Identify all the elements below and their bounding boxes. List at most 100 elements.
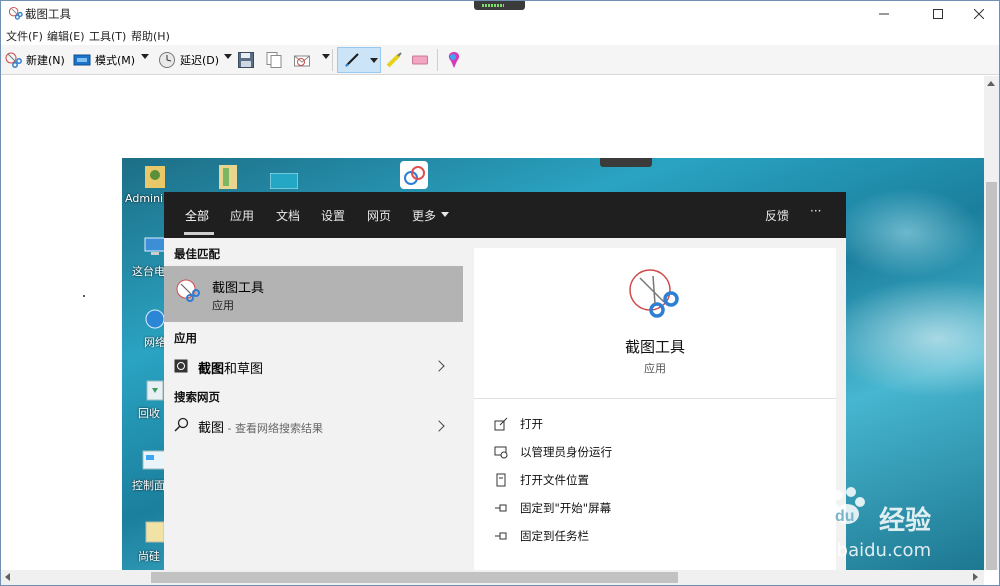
wallpaper-wave xyxy=(822,278,984,398)
clock-icon xyxy=(159,52,175,68)
paint3d-button[interactable] xyxy=(445,48,467,72)
desktop-label: 回收 xyxy=(138,407,160,420)
best-match-result[interactable]: 截图工具 应用 xyxy=(164,266,463,322)
app-result-bold: 截图 xyxy=(198,362,225,377)
send-email-icon xyxy=(294,55,310,67)
new-button[interactable]: 新建(N) xyxy=(4,48,65,72)
action-pin-to-start[interactable]: 固定到"开始"屏幕 xyxy=(494,499,611,517)
vertical-scroll-thumb[interactable] xyxy=(986,182,997,570)
toolbar: 新建(N) 模式(M) 延迟(D) xyxy=(1,45,999,75)
open-icon xyxy=(494,417,508,431)
web-search-header: 搜索网页 xyxy=(174,390,220,404)
watermark-url: jingyan.baidu.com xyxy=(765,540,932,561)
folder-icon xyxy=(219,165,237,189)
watermark-cn: 经验 xyxy=(879,506,932,536)
minimize-button[interactable] xyxy=(861,1,906,26)
menu-edit[interactable]: 编辑(E) xyxy=(47,28,85,44)
title-bar: 截图工具 xyxy=(1,1,999,26)
pen-button[interactable] xyxy=(337,47,381,73)
scroll-up-icon[interactable] xyxy=(987,81,995,86)
paint3d-icon xyxy=(448,52,460,68)
save-icon xyxy=(238,52,254,68)
snipping-tool-window: 截图工具 文件(F) 编辑(E) 工具(T) 帮助(H) 新建(N) 模式(M)… xyxy=(0,0,1000,586)
menu-tools[interactable]: 工具(T) xyxy=(89,28,126,44)
action-run-as-admin[interactable]: 以管理员身份运行 xyxy=(494,443,612,461)
horizontal-scroll-thumb[interactable] xyxy=(151,572,678,583)
horizontal-scrollbar[interactable] xyxy=(1,570,984,585)
tab-more[interactable]: 更多 xyxy=(412,207,436,224)
watermark-brand: Bai xyxy=(767,494,820,532)
highlighter-icon xyxy=(386,52,402,68)
start-search-panel: 全部 应用 文档 设置 网页 更多 反馈 ··· 最佳匹配 截图工具 应用 应用… xyxy=(164,192,846,570)
desktop-label: 这台电 xyxy=(132,265,165,278)
active-tab-indicator xyxy=(184,232,214,235)
search-results-list: 最佳匹配 截图工具 应用 应用 截图和草图 搜索网页 截图 - 查看网络搜索结果 xyxy=(164,238,463,570)
desktop-label: 控制面 xyxy=(132,479,165,492)
close-button[interactable] xyxy=(956,1,1000,26)
action-open[interactable]: 打开 xyxy=(494,415,543,433)
web-search-result[interactable]: 截图 - 查看网络搜索结果 xyxy=(164,408,463,446)
action-label: 以管理员身份运行 xyxy=(520,445,612,459)
app-shortcut-icon xyxy=(400,161,428,189)
desktop-label: Admini xyxy=(125,192,164,205)
highlighter-button[interactable] xyxy=(385,48,407,72)
maximize-icon xyxy=(932,8,943,19)
drag-handle[interactable] xyxy=(474,1,525,10)
menu-bar: 文件(F) 编辑(E) 工具(T) 帮助(H) xyxy=(1,26,999,45)
mode-button[interactable]: 模式(M) xyxy=(73,48,135,72)
tab-web[interactable]: 网页 xyxy=(367,207,391,224)
copy-button[interactable] xyxy=(265,48,287,72)
detail-subtitle: 应用 xyxy=(644,362,666,375)
network-icon xyxy=(145,309,165,329)
delay-dropdown-arrow[interactable] xyxy=(224,54,232,59)
web-result-bold: 截图 xyxy=(198,421,225,436)
tab-apps[interactable]: 应用 xyxy=(230,207,254,224)
send-email-button[interactable] xyxy=(293,48,315,72)
file-location-icon xyxy=(496,473,506,487)
desktop-label: 尚硅 xyxy=(138,550,160,563)
tab-documents[interactable]: 文档 xyxy=(276,207,300,224)
scroll-left-icon[interactable] xyxy=(5,573,10,581)
delay-button[interactable]: 延迟(D) xyxy=(158,48,219,72)
vertical-scrollbar[interactable] xyxy=(984,76,999,570)
pen-dropdown-arrow[interactable] xyxy=(370,58,378,63)
save-button[interactable] xyxy=(237,48,259,72)
close-icon xyxy=(973,8,984,19)
more-options-button[interactable]: ··· xyxy=(810,204,821,218)
send-dropdown-arrow[interactable] xyxy=(322,54,330,59)
scroll-right-icon[interactable] xyxy=(973,573,978,581)
toolbar-divider xyxy=(437,49,438,71)
scissors-icon xyxy=(8,6,23,20)
action-pin-to-taskbar[interactable]: 固定到任务栏 xyxy=(494,527,589,545)
snipping-tool-icon xyxy=(176,279,200,302)
mode-dropdown-arrow[interactable] xyxy=(141,54,149,59)
web-result-rest: - 查看网络搜索结果 xyxy=(224,422,323,435)
recycle-bin-icon xyxy=(146,380,164,401)
divider xyxy=(474,398,836,399)
search-icon xyxy=(174,417,189,432)
action-label: 固定到"开始"屏幕 xyxy=(520,501,612,515)
tab-all[interactable]: 全部 xyxy=(185,207,209,224)
app-icon xyxy=(145,521,165,543)
maximize-button[interactable] xyxy=(915,1,960,26)
new-label: 新建(N) xyxy=(26,54,65,67)
control-panel-icon xyxy=(142,450,166,470)
snip-sketch-icon xyxy=(174,359,188,373)
window-title: 截图工具 xyxy=(25,7,71,21)
app-result-rest: 和草图 xyxy=(224,362,264,377)
best-match-header: 最佳匹配 xyxy=(174,247,220,261)
tab-settings[interactable]: 设置 xyxy=(321,207,345,224)
menu-file[interactable]: 文件(F) xyxy=(6,28,43,44)
pin-icon xyxy=(495,532,507,540)
action-open-file-location[interactable]: 打开文件位置 xyxy=(494,471,589,489)
chevron-right-icon[interactable] xyxy=(433,360,445,372)
app-result-snip-sketch[interactable]: 截图和草图 xyxy=(164,348,463,386)
mode-label: 模式(M) xyxy=(95,54,136,67)
eraser-button[interactable] xyxy=(411,48,433,72)
feedback-button[interactable]: 反馈 xyxy=(765,207,789,224)
menu-help[interactable]: 帮助(H) xyxy=(131,28,170,44)
chevron-right-icon[interactable] xyxy=(433,420,445,432)
watermark-brand2: du xyxy=(835,508,855,525)
action-label: 固定到任务栏 xyxy=(520,529,589,543)
device-icon xyxy=(270,173,298,189)
